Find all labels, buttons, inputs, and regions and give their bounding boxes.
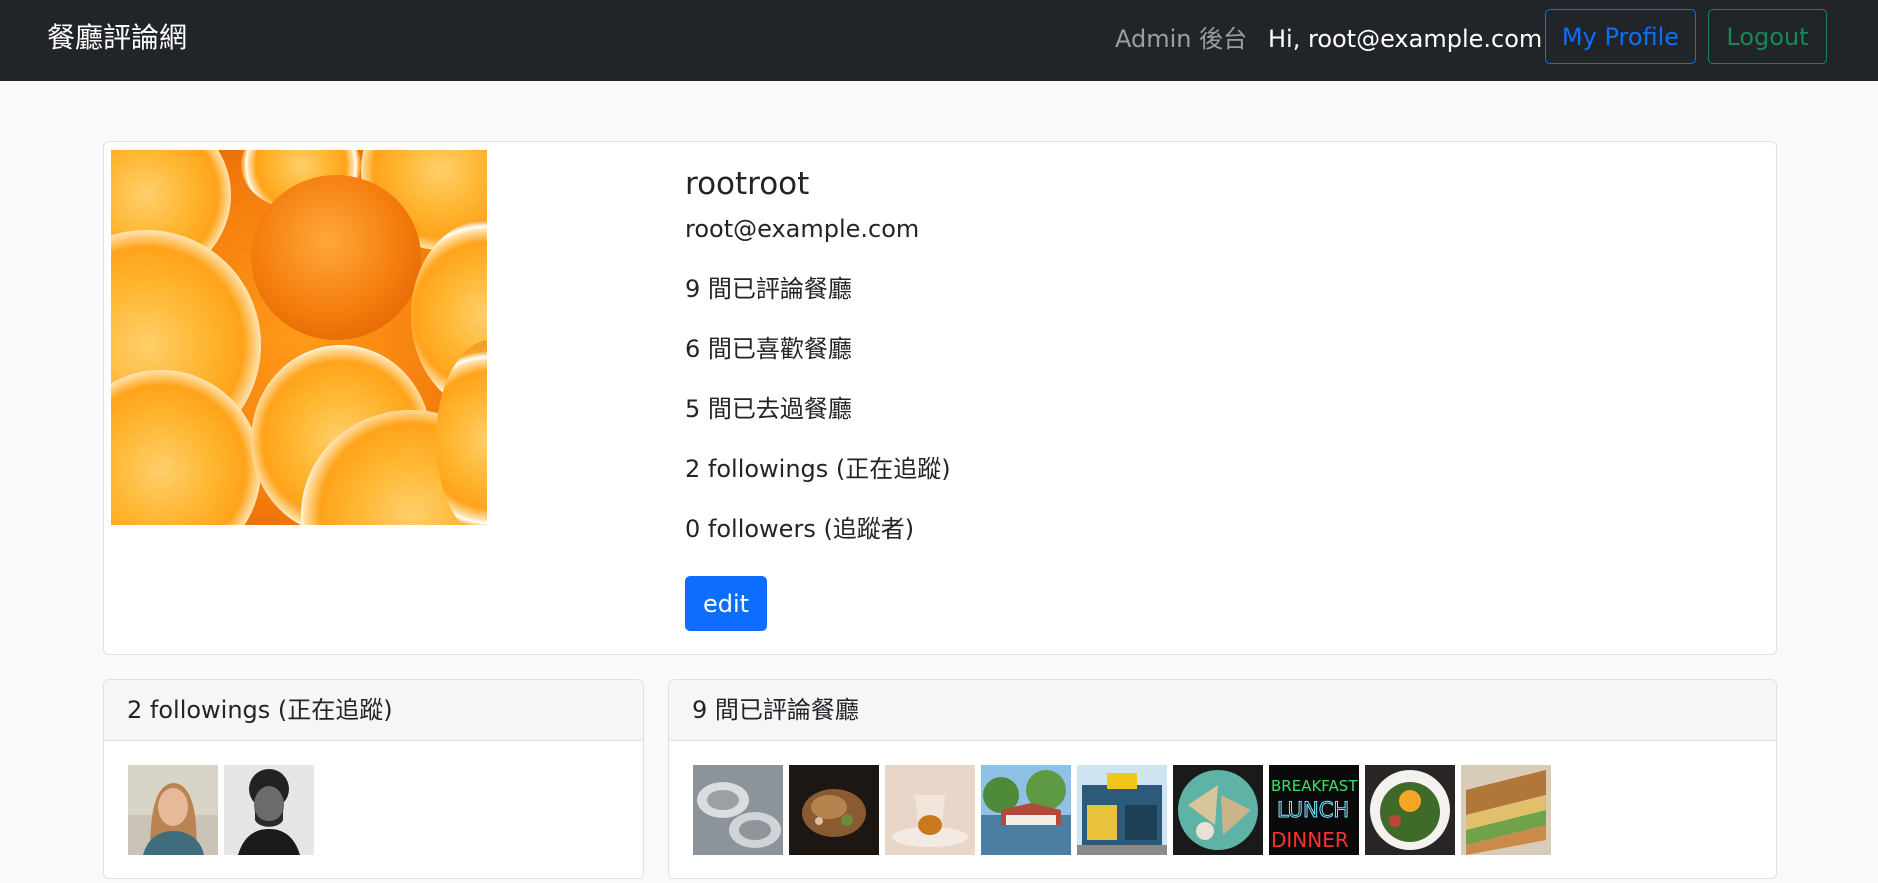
restaurant-thumb-quesadilla[interactable]: [1173, 765, 1263, 855]
restaurant-thumb-neon-sign[interactable]: BREAKFAST LUNCH DINNER: [1269, 765, 1359, 855]
visited-count: 5 間已去過餐廳: [685, 395, 852, 423]
user-greeting: Hi, root@example.com: [1268, 25, 1543, 53]
brand-logo-text[interactable]: 餐廳評論網: [47, 18, 187, 58]
edit-profile-button[interactable]: edit: [685, 576, 767, 631]
restaurant-thumb-oysters[interactable]: [693, 765, 783, 855]
followings-card: 2 followings (正在追蹤): [103, 679, 644, 879]
followers-count: 0 followers (追蹤者): [685, 515, 915, 543]
followings-card-header: 2 followings (正在追蹤): [104, 680, 643, 741]
logout-button[interactable]: Logout: [1708, 9, 1827, 64]
followings-list: [128, 765, 314, 855]
navbar: 餐廳評論網 Admin 後台 Hi, root@example.com My P…: [0, 0, 1878, 81]
profile-name: rootroot: [685, 166, 810, 202]
restaurant-thumb-grilled-dish[interactable]: [789, 765, 879, 855]
following-avatar-man[interactable]: [224, 765, 314, 855]
profile-email: root@example.com: [685, 215, 920, 243]
restaurant-thumb-lakeside[interactable]: [981, 765, 1071, 855]
neon-lunch-text: LUNCH: [1277, 798, 1349, 822]
neon-dinner-text: DINNER: [1271, 828, 1349, 852]
restaurant-thumb-drink[interactable]: [885, 765, 975, 855]
following-avatar-woman[interactable]: [128, 765, 218, 855]
profile-card: rootroot root@example.com 9 間已評論餐廳 6 間已喜…: [103, 141, 1777, 655]
admin-link[interactable]: Admin 後台: [1115, 20, 1247, 58]
restaurant-thumb-salad-bowl[interactable]: [1365, 765, 1455, 855]
favorited-count: 6 間已喜歡餐廳: [685, 335, 852, 363]
my-profile-button[interactable]: My Profile: [1545, 9, 1696, 64]
reviewed-card-header: 9 間已評論餐廳: [669, 680, 1776, 741]
restaurant-thumb-sandwich[interactable]: [1461, 765, 1551, 855]
reviewed-count: 9 間已評論餐廳: [685, 275, 852, 303]
reviewed-restaurants-card: 9 間已評論餐廳 BREAKFAST LUNCH DINNER: [668, 679, 1777, 879]
followings-count: 2 followings (正在追蹤): [685, 455, 951, 483]
reviewed-restaurants-list: BREAKFAST LUNCH DINNER: [693, 765, 1551, 855]
restaurant-thumb-storefront[interactable]: [1077, 765, 1167, 855]
neon-breakfast-text: BREAKFAST: [1271, 777, 1358, 795]
profile-avatar-image: [111, 150, 487, 525]
